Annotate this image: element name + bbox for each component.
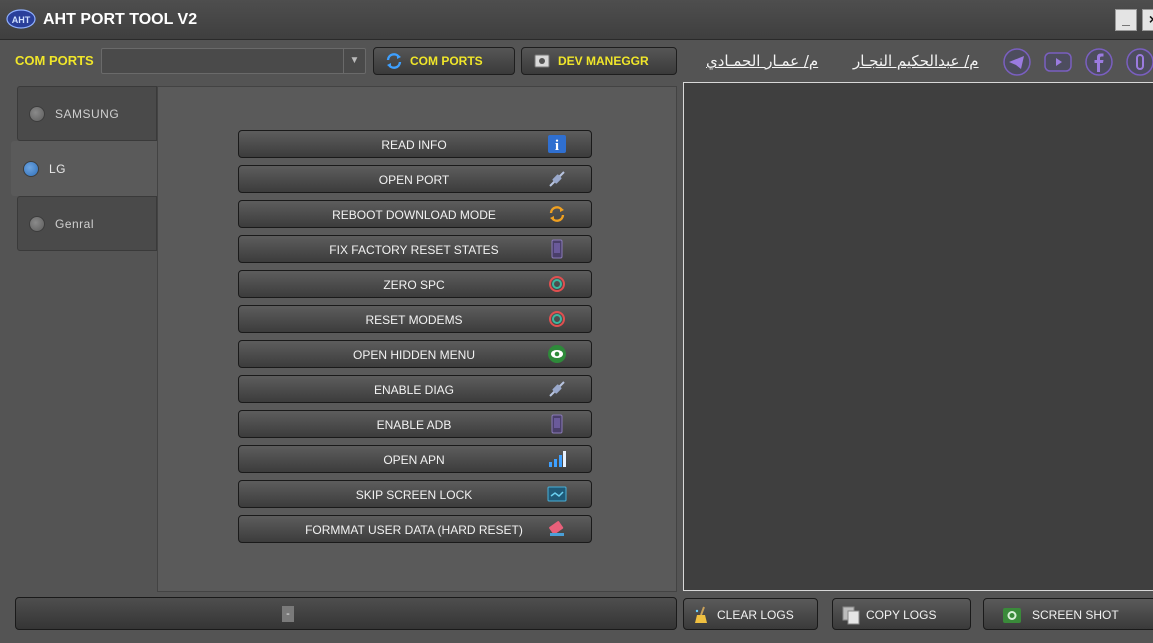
action-label: FIX FACTORY RESET STATES <box>329 243 499 257</box>
radio-lg[interactable] <box>23 161 39 177</box>
reset-modems-button[interactable]: RESET MODEMS <box>238 305 592 333</box>
clear-logs-button[interactable]: CLEAR LOGS <box>683 598 818 630</box>
tab-samsung-label: SAMSUNG <box>55 107 120 121</box>
log-output-panel[interactable] <box>683 82 1153 591</box>
refresh-icon <box>386 53 402 69</box>
enable-diag-button[interactable]: ENABLE DIAG <box>238 375 592 403</box>
reset-icon <box>549 276 565 292</box>
tab-genral[interactable]: Genral <box>17 196 157 251</box>
com-port-select[interactable]: ▼ <box>101 48 366 74</box>
action-label: OPEN PORT <box>378 173 450 187</box>
svg-text:AHT: AHT <box>12 15 31 25</box>
tab-lg-label: LG <box>49 162 67 176</box>
developer-name-link-2[interactable]: م/ عبدالحكيم النجـار <box>853 52 979 70</box>
open-port-button[interactable]: OPEN PORT <box>238 165 592 193</box>
lock-screen-icon <box>547 486 567 502</box>
tab-genral-label: Genral <box>55 217 95 231</box>
tab-lg[interactable]: LG <box>11 141 157 196</box>
reset-icon <box>549 311 565 327</box>
open-apn-button[interactable]: OPEN APN <box>238 445 592 473</box>
open-hidden-menu-button[interactable]: OPEN HIDDEN MENU <box>238 340 592 368</box>
copy-logs-button[interactable]: COPY LOGS <box>832 598 971 630</box>
device-manager-icon <box>534 54 550 68</box>
developer-name-link-1[interactable]: م/ عمـار الحمـادي <box>706 52 818 70</box>
messenger-icon[interactable] <box>1125 47 1153 77</box>
phone-icon <box>551 414 563 434</box>
close-button[interactable]: × <box>1142 9 1153 31</box>
skip-screen-lock-button[interactable]: SKIP SCREEN LOCK <box>238 480 592 508</box>
status-bar: - <box>15 597 677 630</box>
enable-adb-button[interactable]: ENABLE ADB <box>238 410 592 438</box>
com-ports-button-label: COM PORTS <box>410 54 483 68</box>
app-logo-icon: AHT <box>6 9 36 29</box>
action-label: ENABLE ADB <box>376 418 452 432</box>
com-ports-button[interactable]: COM PORTS <box>373 47 515 75</box>
dev-manager-button-label: DEV MANEGGR <box>558 54 649 68</box>
facebook-icon[interactable] <box>1084 47 1114 77</box>
com-ports-label: COM PORTS <box>15 53 94 68</box>
dev-manager-button[interactable]: DEV MANEGGR <box>521 47 677 75</box>
clear-logs-label: CLEAR LOGS <box>717 608 794 622</box>
action-label: FORMMAT USER DATA (HARD RESET) <box>305 523 523 537</box>
plug-icon <box>549 171 565 187</box>
screen-shot-button[interactable]: SCREEN SHOT <box>983 598 1153 630</box>
plug-icon <box>549 381 565 397</box>
action-label: RESET MODEMS <box>365 313 463 327</box>
info-icon: i <box>548 135 566 154</box>
tab-samsung[interactable]: SAMSUNG <box>17 86 157 141</box>
radio-samsung[interactable] <box>29 106 45 122</box>
action-label: OPEN HIDDEN MENU <box>352 348 475 362</box>
reboot-download-mode-button[interactable]: REBOOT DOWNLOAD MODE <box>238 200 592 228</box>
title-bar: AHT AHT PORT TOOL V2 _ × <box>0 0 1153 40</box>
phone-icon <box>551 239 563 259</box>
eraser-icon <box>549 521 564 536</box>
read-info-button[interactable]: READ INFO i <box>238 130 592 158</box>
signal-icon <box>549 451 566 467</box>
eye-icon <box>548 345 566 363</box>
action-label: READ INFO <box>381 138 447 152</box>
svg-text:i: i <box>555 138 559 154</box>
copy-logs-label: COPY LOGS <box>866 608 937 622</box>
action-label: SKIP SCREEN LOCK <box>355 488 473 502</box>
action-label: ZERO SPC <box>383 278 445 292</box>
window-title: AHT PORT TOOL V2 <box>43 11 198 28</box>
chevron-down-icon[interactable]: ▼ <box>343 49 365 73</box>
youtube-icon[interactable] <box>1043 47 1073 77</box>
refresh-icon <box>549 206 565 222</box>
screen-shot-label: SCREEN SHOT <box>1032 608 1119 622</box>
format-user-data-button[interactable]: FORMMAT USER DATA (HARD RESET) <box>238 515 592 543</box>
action-label: REBOOT DOWNLOAD MODE <box>332 208 496 222</box>
status-text: - <box>282 606 294 622</box>
action-label: OPEN APN <box>383 453 445 467</box>
telegram-icon[interactable] <box>1002 47 1032 77</box>
action-label: ENABLE DIAG <box>373 383 455 397</box>
fix-factory-reset-states-button[interactable]: FIX FACTORY RESET STATES <box>238 235 592 263</box>
copy-icon <box>842 606 860 625</box>
zero-spc-button[interactable]: ZERO SPC <box>238 270 592 298</box>
camera-icon <box>1003 608 1021 623</box>
broom-icon <box>695 606 707 623</box>
radio-genral[interactable] <box>29 216 45 232</box>
minimize-button[interactable]: _ <box>1115 9 1137 31</box>
